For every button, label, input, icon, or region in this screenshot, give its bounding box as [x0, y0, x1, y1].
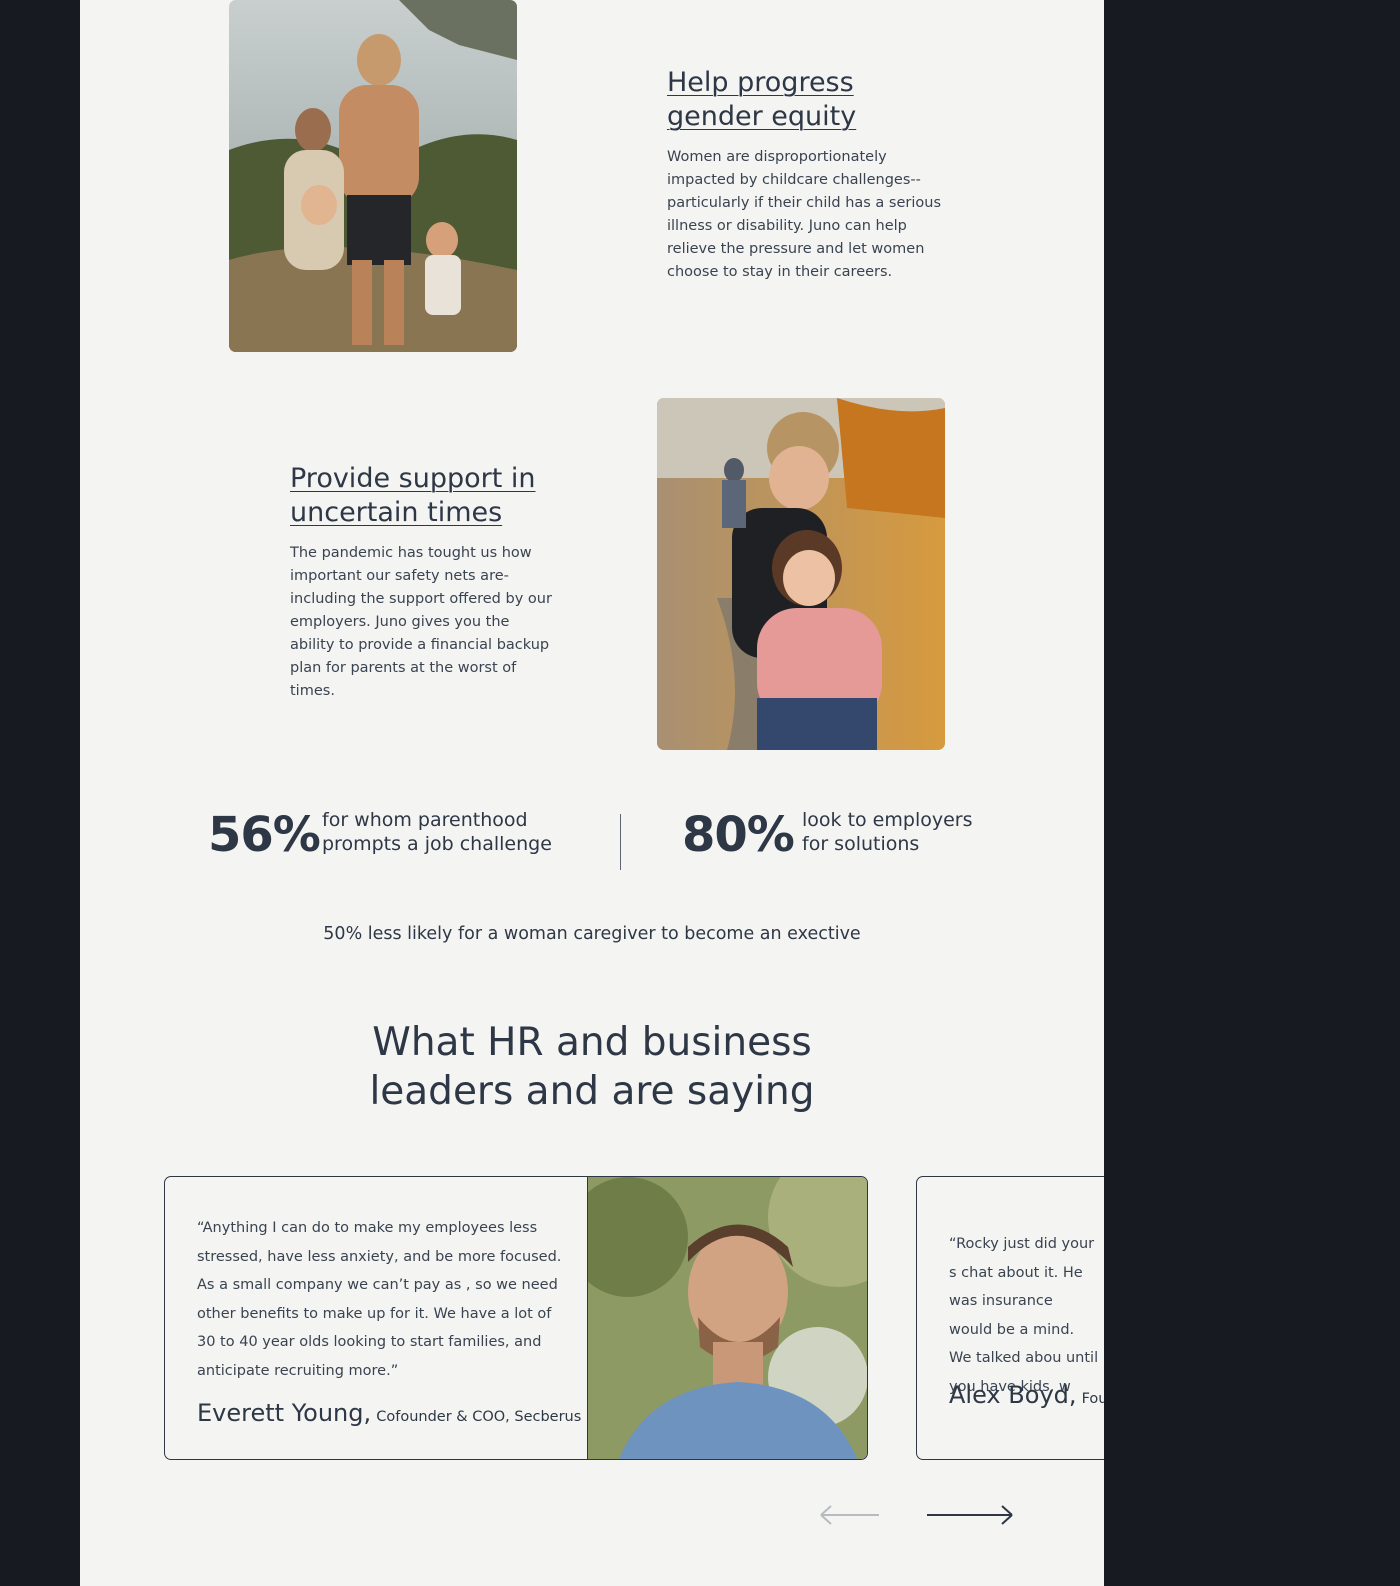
testimonial-signature: Alex Boyd, Fou [949, 1381, 1104, 1409]
stat-description: look to employers for solutions [802, 808, 973, 856]
testimonial-card: “Rocky just did your s chat about it. He… [916, 1176, 1104, 1460]
feature-title-line[interactable]: uncertain times [290, 497, 502, 528]
testimonial-name: Alex Boyd, [949, 1381, 1077, 1409]
testimonials-heading: What HR and business leaders and are say… [80, 1018, 1104, 1116]
stat-description-line: for solutions [802, 833, 920, 855]
testimonial-card: “Anything I can do to make my employees … [164, 1176, 868, 1460]
stat-value: 80% [682, 807, 795, 863]
stat-divider [620, 814, 621, 870]
feature-title-uncertain-times[interactable]: Provide support in uncertain times [290, 462, 536, 530]
feature-title-gender-equity[interactable]: Help progress gender equity [667, 66, 856, 134]
stat-description: for whom parenthood prompts a job challe… [322, 808, 552, 856]
stat-footnote: 50% less likely for a woman caregiver to… [323, 924, 861, 944]
carousel-prev-arrow-icon[interactable] [819, 1503, 881, 1527]
stat-description-line: look to employers [802, 809, 973, 831]
testimonial-role: Cofounder & COO, Secberus [376, 1409, 582, 1425]
testimonial-portrait [587, 1177, 867, 1459]
feature-body-gender-equity: Women are disproportionately impacted by… [667, 149, 942, 280]
testimonial-name: Everett Young, [197, 1399, 372, 1427]
family-photo [229, 0, 517, 352]
feature-title-line[interactable]: Help progress [667, 67, 854, 98]
feature-body-uncertain-times: The pandemic has tought us how important… [290, 545, 552, 699]
stat-description-line: prompts a job challenge [322, 833, 552, 855]
testimonial-role: Fou [1081, 1391, 1104, 1407]
stat-description-line: for whom parenthood [322, 809, 528, 831]
testimonial-quote: “Anything I can do to make my employees … [197, 1220, 562, 1379]
heading-line: What HR and business [372, 1020, 812, 1065]
stat-value: 56% [208, 807, 321, 863]
feature-title-line[interactable]: Provide support in [290, 463, 536, 494]
carousel-next-arrow-icon[interactable] [925, 1503, 1015, 1527]
testimonial-quote: “Rocky just did your s chat about it. He… [949, 1236, 1099, 1395]
testimonial-signature: Everett Young, Cofounder & COO, Secberus [197, 1399, 581, 1427]
kids-hugging-photo [657, 398, 945, 750]
page: Help progress gender equity Women are di… [80, 0, 1104, 1586]
heading-line: leaders and are saying [369, 1069, 815, 1114]
feature-title-line[interactable]: gender equity [667, 101, 856, 132]
